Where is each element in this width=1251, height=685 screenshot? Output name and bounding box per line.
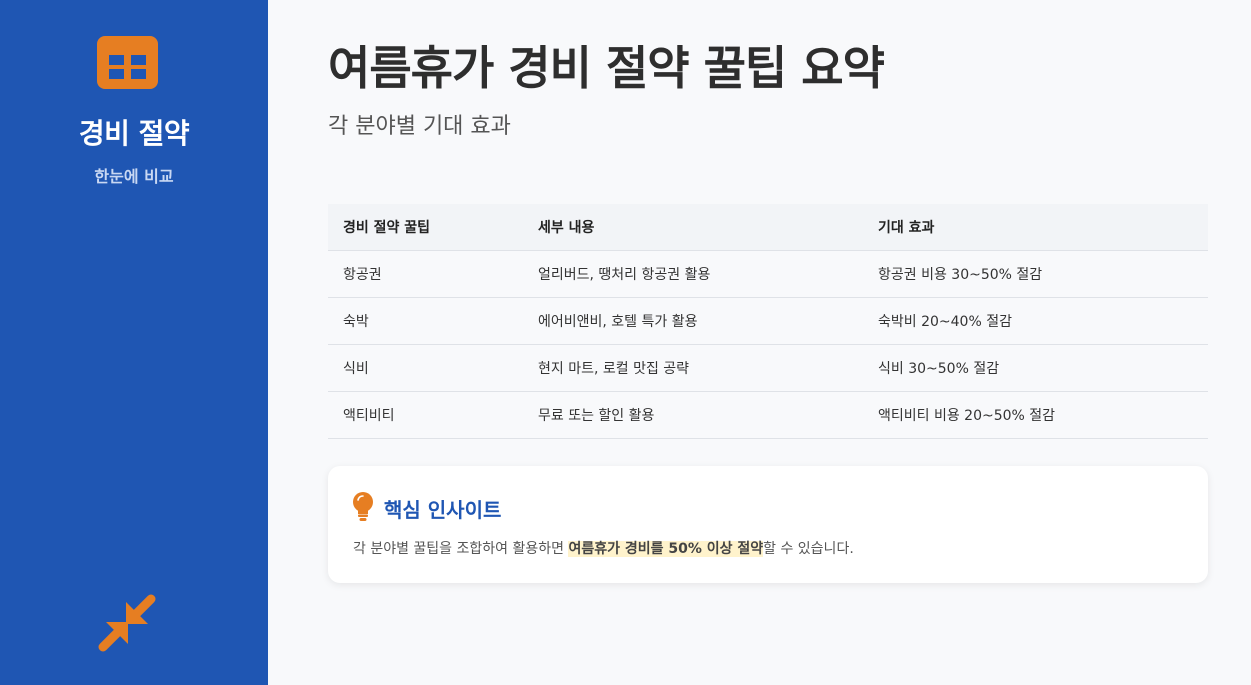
table-cell: 숙박비 20~40% 절감 — [863, 297, 1208, 345]
table-cell: 식비 — [328, 344, 523, 392]
insight-text-before: 각 분야별 꿀팁을 조합하여 활용하면 — [353, 541, 569, 557]
table-cell: 항공권 — [328, 250, 523, 298]
table-cell: 에어비앤비, 호텔 특가 활용 — [523, 297, 863, 345]
insight-text-after: 할 수 있습니다. — [763, 541, 854, 557]
insight-title: 핵심 인사이트 — [384, 498, 502, 522]
table-cell: 현지 마트, 로컬 맛집 공략 — [523, 344, 863, 392]
table-cell: 항공권 비용 30~50% 절감 — [863, 250, 1208, 298]
table-row: 식비 현지 마트, 로컬 맛집 공략 식비 30~50% 절감 — [328, 344, 1208, 392]
table-cell: 얼리버드, 땡처리 항공권 활용 — [523, 250, 863, 298]
insight-highlight: 여름휴가 경비를 50% 이상 절약 — [568, 541, 764, 557]
sidebar-brand: 경비 절약 — [78, 117, 190, 150]
insight-text: 각 분야별 꿀팁을 조합하여 활용하면 여름휴가 경비를 50% 이상 절약할 … — [353, 538, 854, 558]
sidebar-subtitle: 한눈에 비교 — [94, 167, 174, 186]
table-row: 항공권 얼리버드, 땡처리 항공권 활용 항공권 비용 30~50% 절감 — [328, 250, 1208, 298]
table-row: 숙박 에어비앤비, 호텔 특가 활용 숙박비 20~40% 절감 — [328, 297, 1208, 345]
page-title: 여름휴가 경비 절약 꿀팁 요약 — [328, 41, 885, 95]
savings-table: 경비 절약 꿀팁 세부 내용 기대 효과 항공권 얼리버드, 땡처리 항공권 활… — [328, 204, 1208, 439]
sidebar: 경비 절약 한눈에 비교 — [0, 0, 268, 685]
table-header-row: 경비 절약 꿀팁 세부 내용 기대 효과 — [328, 204, 1208, 251]
lightbulb-icon — [353, 492, 373, 521]
table-cell: 액티비티 — [328, 391, 523, 439]
column-header-detail: 세부 내용 — [523, 204, 863, 251]
page-subtitle: 각 분야별 기대 효과 — [328, 114, 511, 139]
table-cell: 액티비티 비용 20~50% 절감 — [863, 391, 1208, 439]
column-header-tip: 경비 절약 꿀팁 — [328, 204, 523, 251]
column-header-effect: 기대 효과 — [863, 204, 1208, 251]
table-icon — [97, 36, 158, 89]
table-cell: 무료 또는 할인 활용 — [523, 391, 863, 439]
table-cell: 숙박 — [328, 297, 523, 345]
insight-card: 핵심 인사이트 각 분야별 꿀팁을 조합하여 활용하면 여름휴가 경비를 50%… — [328, 466, 1208, 583]
table-cell: 식비 30~50% 절감 — [863, 344, 1208, 392]
table-row: 액티비티 무료 또는 할인 활용 액티비티 비용 20~50% 절감 — [328, 391, 1208, 439]
compress-arrows-icon — [98, 594, 156, 652]
